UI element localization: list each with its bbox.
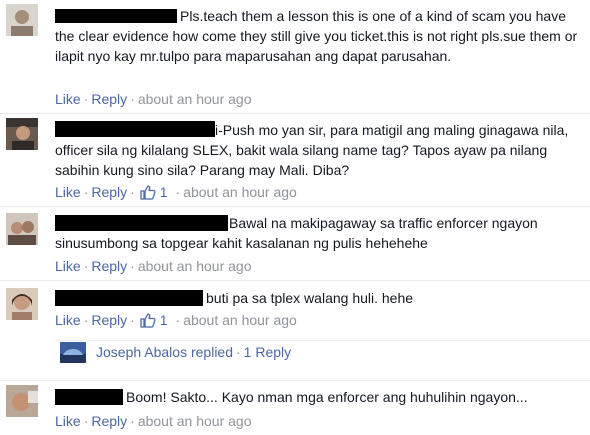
car-photo-icon [60, 342, 86, 363]
separator-dot: · [83, 312, 89, 328]
like-count: 1 [159, 312, 168, 328]
like-link[interactable]: Like [55, 91, 81, 107]
separator-dot: · [236, 344, 241, 360]
separator-dot: · [175, 184, 181, 200]
commenter-avatar[interactable] [6, 4, 38, 36]
comment-text-content: Pls.teach them a lesson this is one of a… [55, 8, 578, 64]
comment-text: i-Push mo yan sir, para matigil ang mali… [55, 120, 585, 180]
reply-link[interactable]: Reply [91, 312, 127, 328]
timestamp[interactable]: about an hour ago [183, 312, 297, 328]
avatar-photo-icon [6, 385, 38, 417]
reply-author-avatar [60, 342, 86, 363]
comment-text-content: i-Push mo yan sir, para matigil ang mali… [55, 122, 569, 178]
comment-actions: Like · Reply · 1 · about an hour ago [55, 183, 297, 201]
separator-dot: · [130, 258, 135, 274]
reply-count[interactable]: 1 Reply [244, 344, 291, 360]
like-count-button[interactable]: 1 [138, 184, 173, 200]
like-count: 1 [159, 184, 168, 200]
comment-text: Boom! Sakto... Kayo nman mga enforcer an… [55, 387, 585, 407]
separator-dot: · [83, 184, 89, 200]
commenter-avatar[interactable] [6, 385, 38, 417]
replied-verb: replied [190, 344, 233, 360]
timestamp[interactable]: about an hour ago [138, 413, 252, 429]
comment-text-content: Bawal na makipagaway sa traffic enforcer… [55, 215, 538, 251]
comment-divider [0, 380, 590, 381]
timestamp[interactable]: about an hour ago [138, 258, 252, 274]
like-link[interactable]: Like [55, 413, 81, 429]
comment-actions: Like · Reply · about an hour ago [55, 412, 251, 430]
comment-divider [0, 113, 590, 114]
avatar-photo-icon [6, 213, 38, 245]
reply-author-name[interactable]: Joseph Abalos [96, 344, 187, 360]
separator-dot: · [130, 413, 135, 429]
separator-dot: · [130, 91, 135, 107]
timestamp[interactable]: about an hour ago [183, 184, 297, 200]
like-link[interactable]: Like [55, 184, 81, 200]
comment-actions: Like · Reply · about an hour ago [55, 257, 251, 275]
commenter-avatar[interactable] [6, 118, 38, 150]
comment-actions: Like · Reply · about an hour ago [55, 90, 251, 108]
separator-dot: · [130, 312, 135, 328]
separator-dot: · [175, 312, 181, 328]
avatar-photo-icon [6, 4, 38, 36]
separator-dot: · [83, 413, 89, 429]
separator-dot: · [130, 184, 135, 200]
thumbs-up-icon [140, 313, 156, 328]
comment-text-content: Boom! Sakto... Kayo nman mga enforcer an… [126, 389, 528, 405]
comment-text-content: buti pa sa tplex walang huli. hehe [206, 290, 414, 306]
reply-link[interactable]: Reply [91, 91, 127, 107]
like-link[interactable]: Like [55, 258, 81, 274]
reply-link[interactable]: Reply [91, 258, 127, 274]
thumbs-up-icon [140, 185, 156, 200]
like-link[interactable]: Like [55, 312, 81, 328]
like-count-button[interactable]: 1 [138, 312, 173, 328]
comment-text: Bawal na makipagaway sa traffic enforcer… [55, 213, 585, 253]
comment-divider [0, 206, 590, 207]
commenter-avatar[interactable] [6, 288, 38, 320]
avatar-photo-icon [6, 118, 38, 150]
reply-link[interactable]: Reply [91, 184, 127, 200]
comment-text: buti pa sa tplex walang huli. hehe [55, 288, 585, 308]
replies-summary: Joseph Abalos replied · 1 Reply [96, 339, 291, 365]
comment-text: Pls.teach them a lesson this is one of a… [55, 6, 585, 66]
view-replies-link[interactable]: Joseph Abalos replied · 1 Reply [60, 339, 360, 369]
reply-link[interactable]: Reply [91, 413, 127, 429]
comment-actions: Like · Reply · 1 · about an hour ago [55, 311, 297, 329]
avatar-photo-icon [6, 288, 38, 320]
commenter-avatar[interactable] [6, 213, 38, 245]
separator-dot: · [83, 91, 89, 107]
comment-divider [0, 280, 590, 281]
separator-dot: · [83, 258, 89, 274]
timestamp[interactable]: about an hour ago [138, 91, 252, 107]
